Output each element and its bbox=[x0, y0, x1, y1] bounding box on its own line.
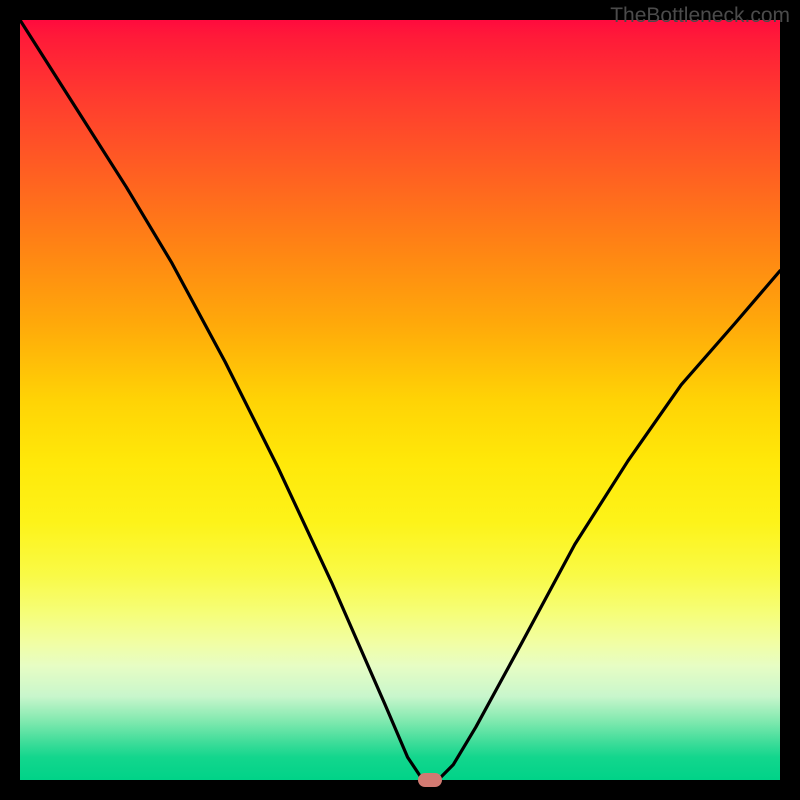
target-marker bbox=[418, 773, 442, 787]
bottleneck-curve bbox=[20, 20, 780, 780]
chart-plot-area bbox=[20, 20, 780, 780]
watermark-text: TheBottleneck.com bbox=[610, 4, 790, 28]
